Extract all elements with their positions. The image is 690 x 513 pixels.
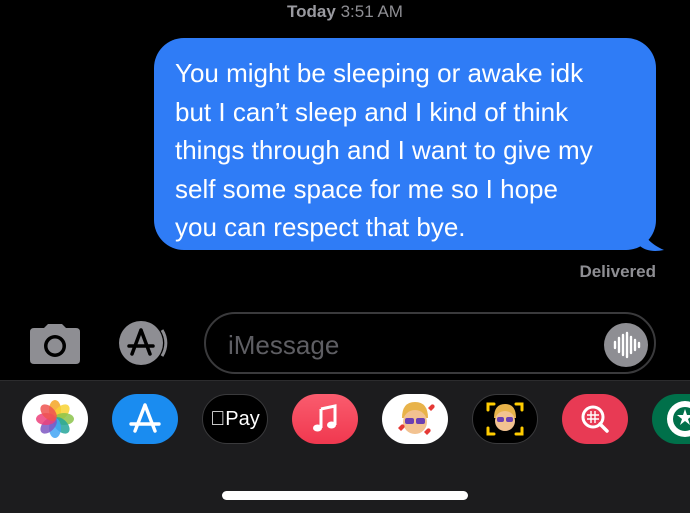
- animoji-icon: [486, 402, 524, 436]
- tray-app-music[interactable]: [292, 394, 358, 444]
- audio-message-button[interactable]: [604, 323, 648, 367]
- tray-app-images-search[interactable]: [562, 394, 628, 444]
- photos-icon: [36, 400, 74, 438]
- sent-message-bubble[interactable]: You might be sleeping or awake idk but I…: [154, 38, 656, 250]
- tray-app-memoji-stickers[interactable]: [382, 394, 448, 444]
- app-store-icon: [129, 403, 161, 433]
- apps-button[interactable]: [118, 320, 172, 366]
- delivered-status: Delivered: [579, 262, 656, 281]
- camera-button[interactable]: [28, 324, 82, 364]
- tray-app-apple-pay[interactable]: Pay: [202, 394, 268, 444]
- tray-app-photos[interactable]: [22, 394, 88, 444]
- images-search-icon: [581, 405, 609, 433]
- camera-icon: [30, 324, 80, 364]
- bubble-tail: [640, 226, 664, 251]
- imessage-input[interactable]: iMessage: [204, 312, 656, 374]
- waveform-icon: [613, 331, 641, 359]
- home-indicator[interactable]: [222, 491, 468, 500]
- app-drawer: Pay: [0, 380, 690, 513]
- message-timestamp: Today 3:51 AM: [0, 2, 690, 22]
- memoji-icon: [398, 402, 435, 435]
- timestamp-time: 3:51 AM: [340, 2, 403, 21]
- tray-app-app-store[interactable]: [112, 394, 178, 444]
- tray-app-animoji[interactable]: [472, 394, 538, 444]
- apple-pay-label: Pay: [217, 407, 259, 430]
- message-composer: iMessage: [0, 310, 690, 376]
- tray-app-starbucks[interactable]: [652, 394, 690, 444]
- input-placeholder: iMessage: [228, 330, 340, 360]
- starbucks-icon: [667, 401, 690, 437]
- app-store-icon: [119, 321, 168, 365]
- music-icon: [313, 404, 337, 432]
- timestamp-day: Today: [287, 2, 336, 21]
- apple-pay-icon: Pay: [210, 408, 259, 431]
